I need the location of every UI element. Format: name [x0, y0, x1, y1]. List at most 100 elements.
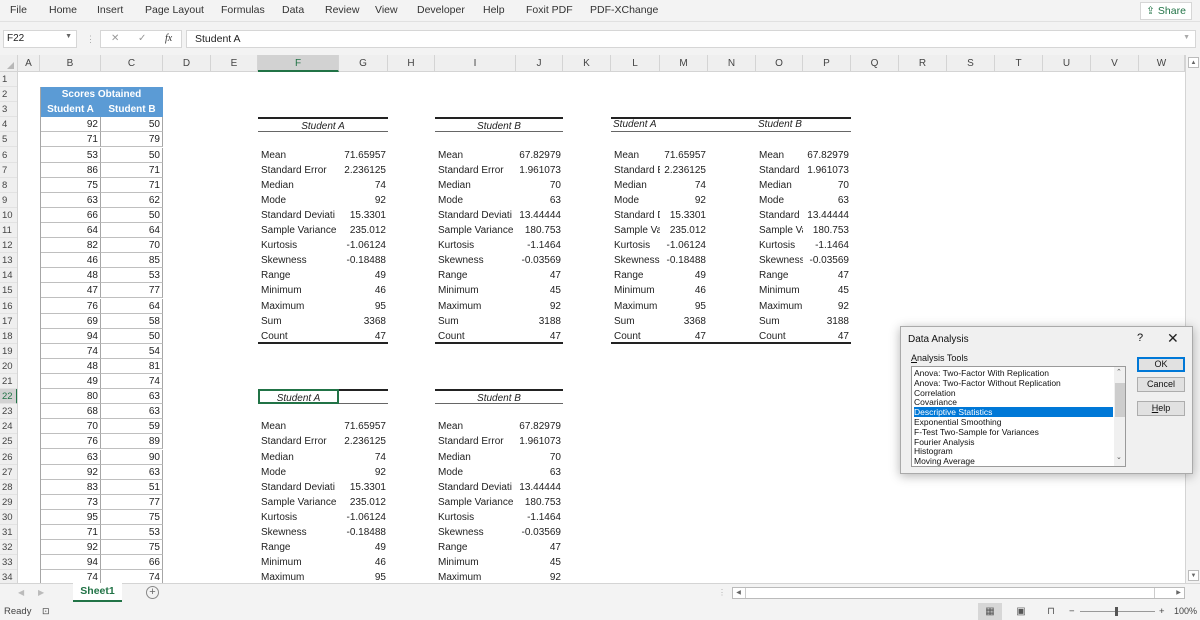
menu-pdf-xchange[interactable]: PDF-XChange [590, 4, 658, 16]
stats-b-top-label[interactable]: Sum [435, 314, 516, 329]
stats-a-side-label[interactable]: Standard E [611, 163, 660, 178]
stats-a-bottom-label[interactable]: Standard Error [258, 434, 339, 449]
score-student-a[interactable]: 74 [40, 570, 101, 583]
stats-b-side-value[interactable]: 3188 [803, 314, 851, 329]
score-student-b[interactable]: 62 [101, 192, 163, 208]
stats-b-bottom-label[interactable]: Sample Variance [435, 495, 516, 510]
column-header-r[interactable]: R [899, 55, 947, 72]
row-header-8[interactable]: 8 [0, 178, 17, 193]
stats-b-top-value[interactable]: 3188 [516, 314, 563, 329]
stats-a-bottom-label[interactable]: Skewness [258, 525, 339, 540]
score-student-a[interactable]: 86 [40, 162, 101, 178]
row-header-18[interactable]: 18 [0, 329, 17, 344]
scroll-left-icon[interactable]: ◀ [733, 588, 744, 598]
zoom-slider-knob[interactable] [1115, 607, 1118, 616]
stats-a-bottom-label[interactable]: Range [258, 540, 339, 555]
stats-a-bottom-value[interactable]: 2.236125 [339, 434, 388, 449]
close-icon[interactable]: ✕ [1167, 330, 1179, 347]
name-box[interactable]: F22 ▼ [3, 30, 77, 48]
stats-a-bottom-label[interactable]: Kurtosis [258, 510, 339, 525]
stats-a-side-value[interactable]: 2.236125 [660, 163, 708, 178]
stats-a-top-value[interactable]: 71.65957 [339, 148, 388, 163]
score-student-b[interactable]: 74 [101, 570, 163, 583]
stats-b-side-label[interactable]: Median [756, 178, 803, 193]
column-header-j[interactable]: J [516, 55, 563, 72]
menu-view[interactable]: View [375, 4, 398, 16]
score-student-a[interactable]: 48 [40, 268, 101, 284]
stats-side-gap[interactable] [708, 148, 756, 163]
stats-a-side-label[interactable]: Maximum [611, 299, 660, 314]
stats-a-side-label[interactable]: Standard D [611, 208, 660, 223]
row-header-19[interactable]: 19 [0, 344, 17, 359]
row-header-27[interactable]: 27 [0, 465, 17, 480]
row-header-32[interactable]: 32 [0, 540, 17, 556]
stats-a-side-value[interactable]: -1.06124 [660, 238, 708, 253]
stats-a-top-header[interactable]: Student A [258, 117, 388, 133]
sheet-tab-sheet1[interactable]: Sheet1 [73, 583, 122, 602]
stats-b-side-value[interactable]: 47 [803, 268, 851, 283]
score-student-b[interactable]: 71 [101, 177, 163, 193]
stats-side-gap[interactable] [708, 193, 756, 208]
stats-a-bottom-label[interactable]: Mean [258, 419, 339, 434]
stats-side-gap[interactable] [708, 178, 756, 193]
column-header-u[interactable]: U [1043, 55, 1091, 72]
row-header-22[interactable]: 22 [0, 389, 17, 405]
stats-b-top-label[interactable]: Minimum [435, 283, 516, 298]
scores-table-title[interactable]: Scores Obtained [40, 87, 163, 103]
stats-a-side-label[interactable]: Sum [611, 314, 660, 329]
stats-b-top-label[interactable]: Mean [435, 148, 516, 163]
stats-a-side-label[interactable]: Median [611, 178, 660, 193]
row-header-24[interactable]: 24 [0, 419, 17, 435]
stats-b-top-blank[interactable] [435, 132, 563, 147]
score-student-a[interactable]: 94 [40, 328, 101, 344]
stats-a-top-value[interactable]: 3368 [339, 314, 388, 329]
chevron-down-icon[interactable]: ▼ [65, 33, 72, 40]
stats-b-top-label[interactable]: Median [435, 178, 516, 193]
score-student-b[interactable]: 63 [101, 389, 163, 405]
score-student-b[interactable]: 53 [101, 268, 163, 284]
menu-insert[interactable]: Insert [97, 4, 123, 16]
stats-b-bottom-label[interactable]: Mean [435, 419, 516, 434]
analysis-tool-item[interactable]: Anova: Two-Factor Without Replication [914, 378, 1113, 388]
score-student-a[interactable]: 70 [40, 419, 101, 435]
stats-side-gap[interactable] [708, 283, 756, 298]
stats-a-side-label[interactable]: Mean [611, 148, 660, 163]
score-student-a[interactable]: 53 [40, 147, 101, 163]
score-student-a[interactable]: 63 [40, 449, 101, 465]
page-break-view-icon[interactable]: ⊓ [1039, 603, 1063, 620]
score-student-b[interactable]: 63 [101, 464, 163, 480]
column-header-v[interactable]: V [1091, 55, 1139, 72]
scores-header-student-a[interactable]: Student A [40, 102, 101, 118]
stats-b-bottom-label[interactable]: Range [435, 540, 516, 555]
horizontal-scroll-thumb[interactable] [745, 588, 1155, 598]
stats-a-bottom-value[interactable]: 95 [339, 570, 388, 583]
stats-b-side-value[interactable]: 92 [803, 299, 851, 314]
column-header-q[interactable]: Q [851, 55, 899, 72]
stats-b-side-value[interactable]: 67.82979 [803, 148, 851, 163]
score-student-b[interactable]: 53 [101, 525, 163, 540]
stats-b-bottom-value[interactable]: -1.1464 [516, 510, 563, 525]
row-header-33[interactable]: 33 [0, 555, 17, 571]
stats-a-bottom-label[interactable]: Mode [258, 465, 339, 480]
stats-b-side-label[interactable]: Skewness [756, 253, 803, 268]
stats-a-bottom-value[interactable]: -0.18488 [339, 525, 388, 540]
cancel-button[interactable]: Cancel [1137, 377, 1185, 392]
stats-a-side-value[interactable]: 235.012 [660, 223, 708, 238]
stats-a-side-value[interactable]: 49 [660, 268, 708, 283]
score-student-a[interactable]: 75 [40, 177, 101, 193]
column-header-e[interactable]: E [211, 55, 258, 72]
vertical-scrollbar[interactable]: ▲ ▼ [1185, 55, 1200, 583]
row-header-15[interactable]: 15 [0, 283, 17, 299]
stats-a-side-value[interactable]: 71.65957 [660, 148, 708, 163]
stats-a-top-label[interactable]: Standard Error [258, 163, 339, 178]
help-icon[interactable]: ? [1137, 332, 1143, 344]
row-header-20[interactable]: 20 [0, 359, 17, 374]
row-header-23[interactable]: 23 [0, 404, 17, 420]
stats-a-top-label[interactable]: Skewness [258, 253, 339, 268]
stats-b-bottom-label[interactable]: Minimum [435, 555, 516, 570]
menu-developer[interactable]: Developer [417, 4, 465, 16]
analysis-tool-item[interactable]: Fourier Analysis [914, 437, 1113, 447]
zoom-out-button[interactable]: − [1069, 606, 1075, 617]
zoom-slider[interactable] [1080, 607, 1155, 616]
stats-b-top-label[interactable]: Skewness [435, 253, 516, 268]
